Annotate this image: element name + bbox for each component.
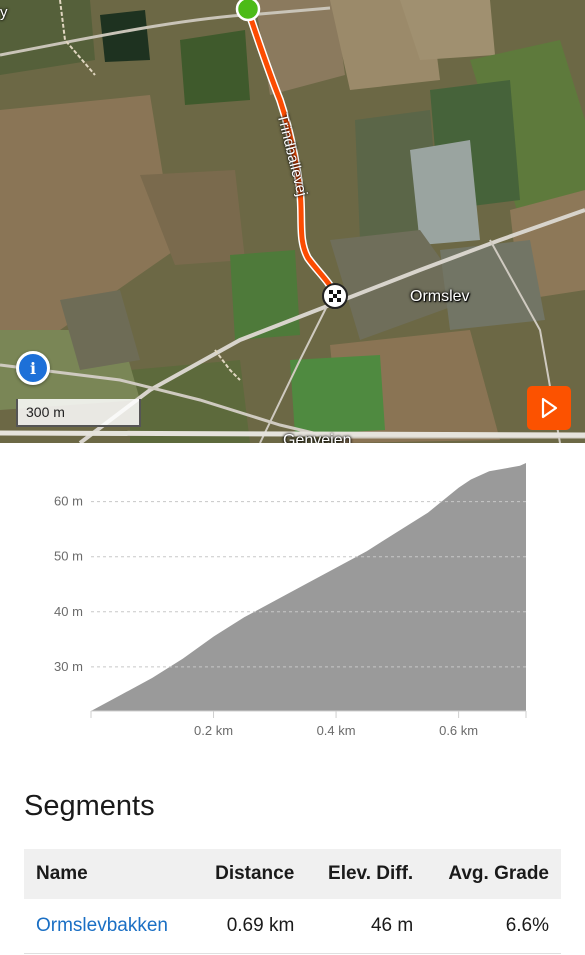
segment-elev-diff: 46 m — [306, 899, 426, 954]
info-icon[interactable]: i — [16, 351, 50, 385]
street-label-topleft: y — [0, 4, 8, 21]
segments-heading: Segments — [24, 790, 155, 822]
segment-avg-grade: 6.6% — [425, 899, 561, 954]
x-tick-label: 0.6 km — [439, 723, 478, 738]
segment-distance: 0.69 km — [193, 899, 307, 954]
table-row[interactable]: Ormslevbakken 0.69 km 46 m 6.6% — [24, 899, 561, 954]
play-icon — [541, 397, 558, 419]
play-button[interactable] — [527, 386, 571, 430]
elevation-profile: 30 m 40 m 50 m 60 m 0.2 km 0.4 km 0.6 km — [0, 443, 585, 763]
y-tick-label: 30 m — [54, 659, 83, 674]
y-tick-label: 60 m — [54, 494, 83, 509]
street-label-bottom: Genvejen — [283, 432, 352, 443]
elevation-area — [91, 463, 526, 711]
y-tick-label: 40 m — [54, 604, 83, 619]
column-header-elev-diff[interactable]: Elev. Diff. — [306, 849, 425, 899]
map-scale: 300 m — [16, 399, 141, 427]
column-header-distance[interactable]: Distance — [194, 849, 306, 899]
finish-marker — [322, 283, 348, 309]
segments-table: Name Distance Elev. Diff. Avg. Grade Orm… — [24, 849, 561, 954]
start-marker — [235, 0, 261, 22]
y-tick-label: 50 m — [54, 549, 83, 564]
town-label: Ormslev — [410, 288, 470, 305]
column-header-name[interactable]: Name — [24, 849, 194, 899]
x-tick-label: 0.2 km — [194, 723, 233, 738]
segments-header-row: Name Distance Elev. Diff. Avg. Grade — [24, 849, 561, 899]
route-map[interactable]: Ormslev Trindballevej y i 300 m Genvejen — [0, 0, 585, 443]
column-header-avg-grade[interactable]: Avg. Grade — [425, 849, 561, 899]
elevation-chart: 30 m 40 m 50 m 60 m 0.2 km 0.4 km 0.6 km — [54, 463, 527, 738]
satellite-imagery — [0, 0, 585, 443]
segment-link[interactable]: Ormslevbakken — [36, 915, 168, 936]
x-tick-label: 0.4 km — [317, 723, 356, 738]
